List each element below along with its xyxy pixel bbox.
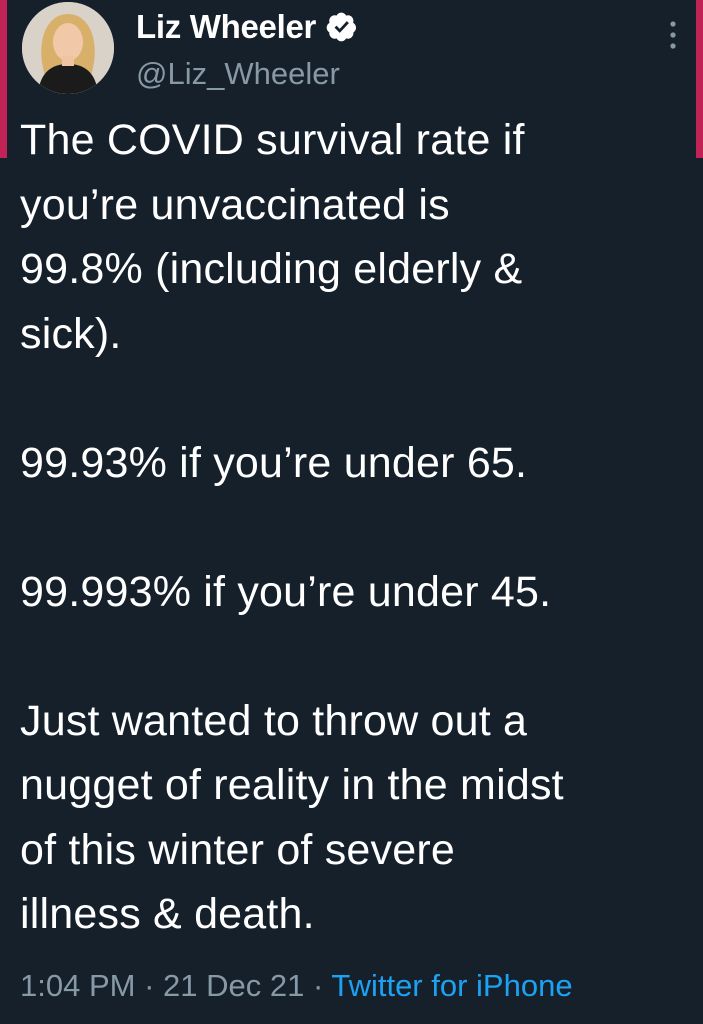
author-display-name[interactable]: Liz Wheeler	[136, 8, 316, 46]
author-handle[interactable]: @Liz_Wheeler	[136, 56, 340, 92]
meta-separator: ·	[304, 968, 332, 1003]
tweet-source-link[interactable]: Twitter for iPhone	[331, 968, 572, 1003]
avatar-image	[22, 2, 114, 94]
more-vertical-icon[interactable]	[668, 18, 678, 52]
tweet-text: The COVID survival rate if you’re unvacc…	[20, 116, 564, 938]
tweet-header: Liz Wheeler @Liz_Wheeler	[18, 0, 688, 105]
tweet-time[interactable]: 1:04 PM	[20, 968, 135, 1003]
verified-badge-icon	[326, 12, 357, 42]
tweet-date[interactable]: 21 Dec 21	[163, 968, 304, 1003]
avatar[interactable]	[22, 2, 114, 94]
thread-accent-bar-right	[696, 0, 703, 158]
thread-accent-bar-left	[0, 0, 7, 158]
meta-separator: ·	[135, 968, 164, 1003]
tweet-metadata: 1:04 PM · 21 Dec 21 · Twitter for iPhone	[20, 968, 573, 1004]
author-name-row: Liz Wheeler	[136, 8, 358, 46]
